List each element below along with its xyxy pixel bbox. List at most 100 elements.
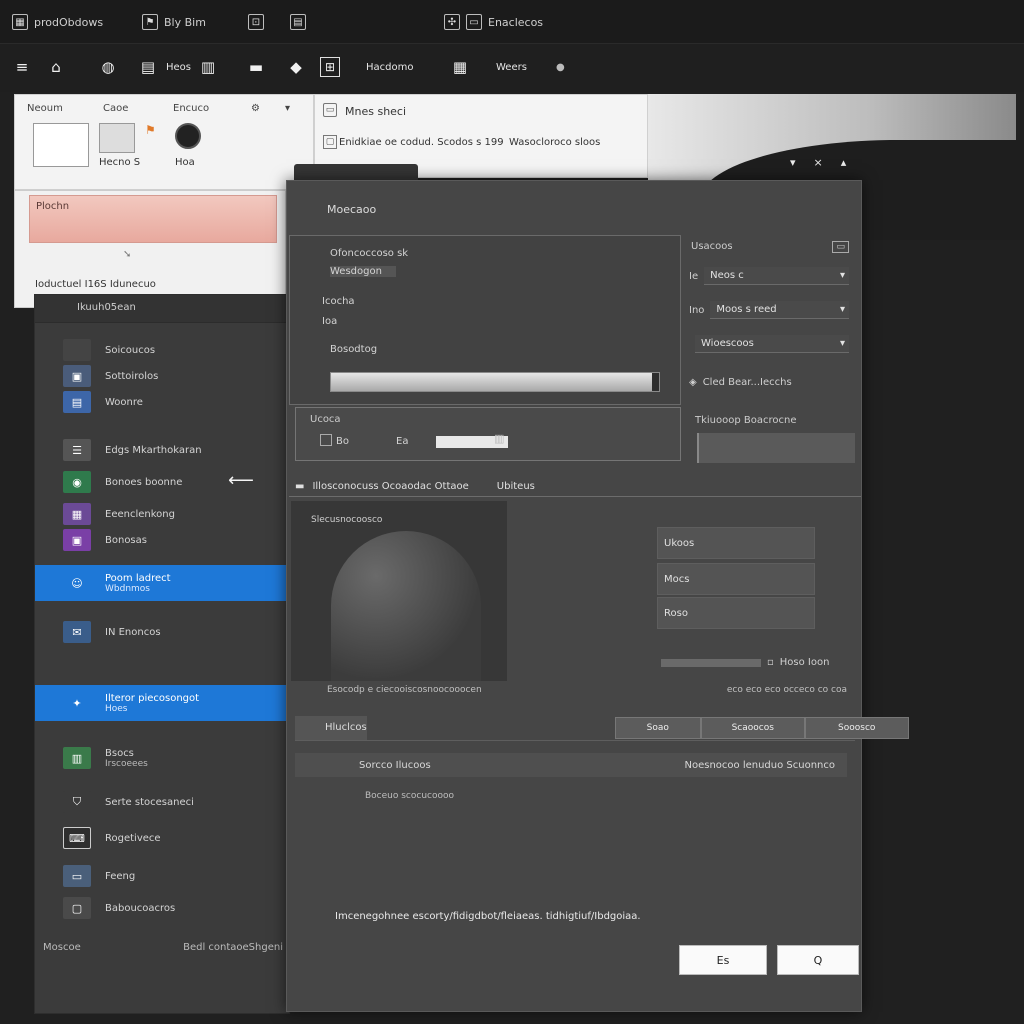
side-fields: Usacoos ▭ Ie Neos c ▾ Ino Moos s reed ▾ …: [683, 235, 859, 413]
tab-neoum[interactable]: Neoum: [27, 103, 63, 114]
cursor-icon: ➘: [123, 249, 132, 260]
nav-item-sublabel: Irscoeees: [105, 758, 148, 769]
nav-item-edgs[interactable]: ☰ Edgs Mkarthokaran: [35, 435, 291, 465]
table-header-main[interactable]: Hluclcos: [295, 715, 367, 740]
search-button[interactable]: Q: [777, 945, 859, 975]
flag-icon: ⚑: [142, 14, 158, 30]
nav-item-feeng[interactable]: ▭ Feeng: [35, 861, 291, 891]
document-icon: ▤: [140, 58, 156, 76]
find-input[interactable]: [697, 433, 855, 463]
hacdomo-button[interactable]: Hacdomo: [366, 55, 413, 79]
chart-button[interactable]: ▥: [198, 55, 218, 79]
heos-button[interactable]: ▤ Heos: [138, 55, 191, 79]
chevron-down-icon[interactable]: ▾: [285, 103, 290, 114]
options-field[interactable]: Bo: [336, 436, 349, 447]
settings-icon[interactable]: ⚙: [251, 103, 260, 114]
ok-button[interactable]: Es: [679, 945, 767, 975]
options-field[interactable]: Ea: [396, 436, 408, 447]
form-field[interactable]: Wesdogon: [330, 266, 396, 277]
nav-item-serte[interactable]: ⛉ Serte stocesaneci: [35, 787, 291, 817]
user-icon: ☺: [63, 572, 91, 594]
recent-item-label: Plochn: [36, 201, 70, 212]
nav-item-ilteror[interactable]: ✦ Ilteror piecosongot Hoes: [35, 685, 291, 721]
side-field-input[interactable]: Neos c ▾: [704, 267, 849, 285]
image-button[interactable]: ⊞: [320, 55, 340, 79]
globe-button[interactable]: ◍: [98, 55, 118, 79]
nav-item-baboucoacros[interactable]: ▢ Baboucoacros: [35, 893, 291, 923]
side-field-row[interactable]: Wioescoos ▾: [689, 333, 849, 355]
table-row[interactable]: Sorcco Ilucoos Noesnocoo lenuduo Scuonnc…: [295, 753, 847, 777]
nav-item-bonosas[interactable]: ▣ Bonosas: [35, 525, 291, 555]
box-icon: ▢: [63, 897, 91, 919]
folder-button[interactable]: ▬: [246, 55, 266, 79]
form-label: Icocha: [322, 296, 355, 307]
chevron-down-icon[interactable]: ▾: [790, 156, 796, 169]
expand-icon[interactable]: ▴: [841, 156, 847, 169]
option-button[interactable]: Ukoos: [657, 527, 815, 559]
side-field-input[interactable]: Wioescoos ▾: [695, 335, 849, 353]
tab-caoe[interactable]: Caoe: [103, 103, 128, 114]
tag-icon[interactable]: ▭: [832, 241, 849, 253]
find-label: Tkiuooop Boacrocne: [695, 415, 797, 426]
recent-item-highlight[interactable]: Plochn: [29, 195, 277, 243]
window-icon: ▭: [323, 103, 337, 117]
menu-item-lock[interactable]: ⊡: [248, 12, 264, 32]
menu-item-label: prodObdows: [34, 15, 104, 29]
nav-item-label: Bonoes boonne: [105, 476, 183, 488]
segment-sooosco[interactable]: Sooosco: [804, 716, 909, 739]
home-button[interactable]: ⌂: [46, 55, 66, 79]
thumb-caption: Hecno S: [99, 157, 141, 168]
nav-item-in-enoncos[interactable]: ✉ IN Enoncos: [35, 617, 291, 647]
table-cell: Sorcco Ilucoos: [359, 759, 431, 771]
dialog-tab[interactable]: [294, 164, 418, 180]
menu-item-grid[interactable]: ▤: [290, 12, 306, 32]
option-label: Roso: [664, 607, 688, 619]
zoom-slider[interactable]: [661, 658, 761, 667]
nav-item-sublabel: Hoes: [105, 703, 128, 714]
menu-item-view[interactable]: ⚑ Bly Bim: [142, 12, 206, 32]
nav-item-label: Serte stocesaneci: [105, 796, 194, 808]
nav-item-woonre[interactable]: ▤ Woonre: [35, 387, 291, 417]
section-icon: [63, 339, 91, 361]
option-button[interactable]: Roso: [657, 597, 815, 629]
nav-item-label-group: Bsocs Irscoeees: [105, 748, 148, 769]
info-title: Mnes sheci: [345, 105, 407, 118]
option-button[interactable]: Mocs: [657, 563, 815, 595]
image-icon: ▣: [63, 365, 91, 387]
tab-encuco[interactable]: Encuco: [173, 103, 209, 114]
more-button[interactable]: ●: [556, 55, 565, 79]
file-thumbnail[interactable]: [99, 123, 135, 153]
close-icon[interactable]: ×: [814, 156, 823, 169]
checkbox-icon[interactable]: [320, 434, 332, 446]
nav-footer-right[interactable]: Bedl contaoeShgeni: [183, 942, 283, 953]
image-icon: ⊞: [320, 57, 340, 77]
side-field-row[interactable]: Ino Moos s reed ▾: [689, 299, 849, 321]
section-bar: ▬ Illosconocuss Ocoaodac Ottaoe Ubiteus: [289, 477, 861, 497]
menu-item-enaclecos[interactable]: ✣ ▭ Enaclecos: [444, 12, 543, 32]
nav-item-poom-ladrect[interactable]: ☺ Poom ladrect Wbdnmos: [35, 565, 291, 601]
dot-icon: ●: [556, 61, 565, 73]
hero-controls: ▾ × ▴: [790, 156, 846, 169]
avatar[interactable]: [175, 123, 201, 149]
hamburger-button[interactable]: ≡: [12, 55, 32, 79]
folder-icon: ▬: [295, 481, 305, 492]
section-right-label[interactable]: Ubiteus: [497, 481, 535, 492]
weers-button[interactable]: ▦ Weers: [450, 55, 527, 79]
segmented-control: Soao Scaoocos Sooosco: [614, 716, 909, 739]
options-row-label: Ucoca: [310, 414, 341, 425]
side-status: Cled Bear...Iecchs: [702, 376, 792, 388]
nav-item-bsocs[interactable]: ▥ Bsocs Irscoeees: [35, 743, 291, 773]
toolbar-label: Hacdomo: [366, 61, 414, 73]
tag-button[interactable]: ◆: [286, 55, 306, 79]
segment-scaoocos[interactable]: Scaoocos: [700, 716, 805, 739]
nav-item-rogetivece[interactable]: ⌨ Rogetivece: [35, 823, 291, 853]
side-field-row[interactable]: Ie Neos c ▾: [689, 265, 849, 287]
side-field-input[interactable]: Moos s reed ▾: [710, 301, 849, 319]
chart-icon: ▥: [200, 58, 216, 76]
segment-soao[interactable]: Soao: [614, 716, 701, 739]
document-thumbnail[interactable]: [33, 123, 89, 167]
nav-footer-left[interactable]: Moscoe: [43, 942, 81, 953]
menu-item-app[interactable]: ▦ prodObdows: [12, 12, 103, 32]
options-row: Ucoca Bo Ea ▥: [295, 407, 681, 461]
list-icon: ☰: [63, 439, 91, 461]
